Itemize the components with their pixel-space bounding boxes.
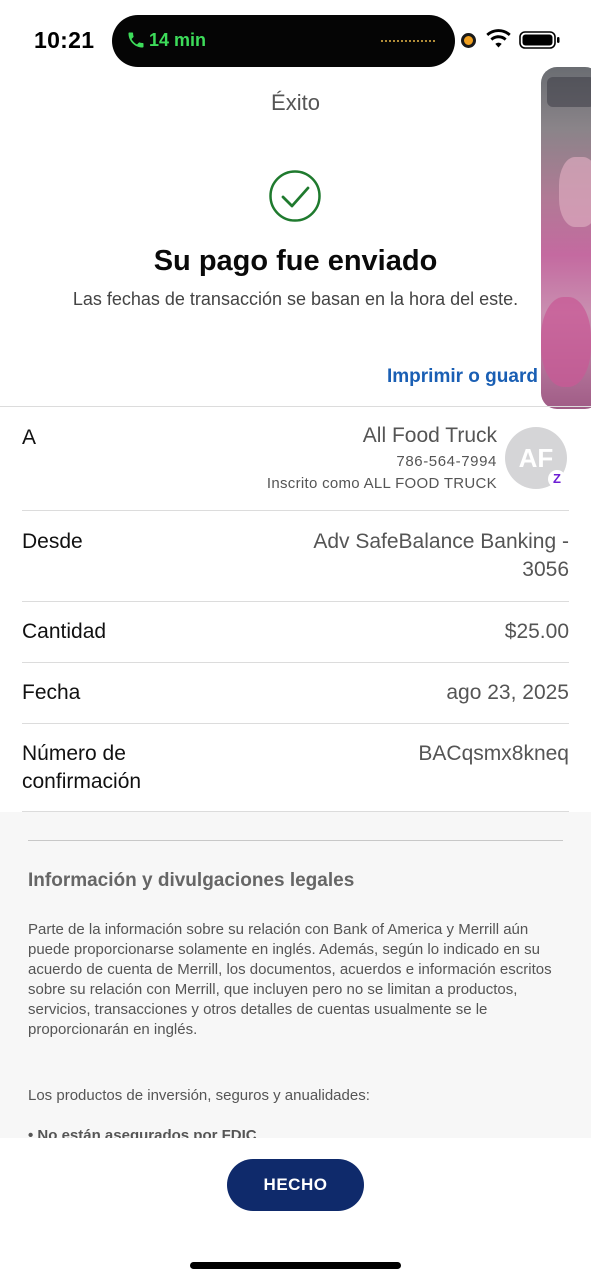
zelle-icon: Z	[548, 470, 566, 488]
from-row: Desde Adv SafeBalance Banking - 3056	[22, 511, 569, 602]
date-value: ago 23, 2025	[446, 681, 569, 704]
from-account: Adv SafeBalance Banking - 3056	[313, 530, 569, 581]
legal-bullet: • No están asegurados por FDIC	[28, 1127, 257, 1138]
amount-value: $25.00	[504, 620, 569, 643]
clock: 10:21	[34, 27, 95, 53]
legal-disclosures[interactable]: Información y divulgaciones legales Part…	[0, 812, 591, 1138]
wifi-icon	[486, 29, 511, 48]
recipient-name: All Food Truck	[362, 424, 497, 447]
legal-title: Información y divulgaciones legales	[28, 870, 355, 891]
date-label: Fecha	[22, 681, 81, 704]
home-indicator[interactable]	[190, 1262, 401, 1269]
date-row: Fecha ago 23, 2025	[22, 663, 569, 724]
from-label: Desde	[22, 530, 83, 553]
recording-dot-icon	[461, 33, 476, 48]
divider	[28, 840, 563, 841]
legal-paragraph: Parte de la información sobre su relació…	[28, 921, 552, 1038]
call-timer: 14 min	[149, 30, 207, 50]
battery-icon	[519, 31, 560, 49]
amount-row: Cantidad $25.00	[22, 602, 569, 663]
dynamic-island-call[interactable]: 14 min	[112, 15, 455, 67]
confirmation-row: Número de confirmación BACqsmx8kneq	[22, 724, 569, 812]
legal-paragraph: Los productos de inversión, seguros y an…	[28, 1087, 370, 1104]
recipient-enrolled-as: Inscrito como ALL FOOD TRUCK	[266, 475, 497, 492]
status-bar: 10:21 14 min	[0, 0, 591, 80]
confirmation-number: BACqsmx8kneq	[418, 742, 569, 765]
success-check-icon	[269, 170, 321, 222]
recipient-label: A	[22, 426, 37, 449]
page-title: Su pago fue enviado	[153, 245, 438, 277]
nav-title: Éxito	[271, 90, 320, 115]
done-button[interactable]: HECHO	[227, 1159, 364, 1211]
phone-icon	[128, 32, 144, 48]
audio-waveform-icon	[381, 38, 437, 44]
recipient-phone: 786-564-7994	[396, 453, 497, 470]
confirmation-label: Número de confirmación	[22, 742, 142, 793]
amount-label: Cantidad	[22, 620, 107, 643]
timezone-note: Las fechas de transacción se basan en la…	[72, 289, 519, 309]
print-or-save-link[interactable]: Imprimir o guard	[387, 366, 538, 388]
picture-in-picture-video[interactable]	[541, 67, 591, 409]
